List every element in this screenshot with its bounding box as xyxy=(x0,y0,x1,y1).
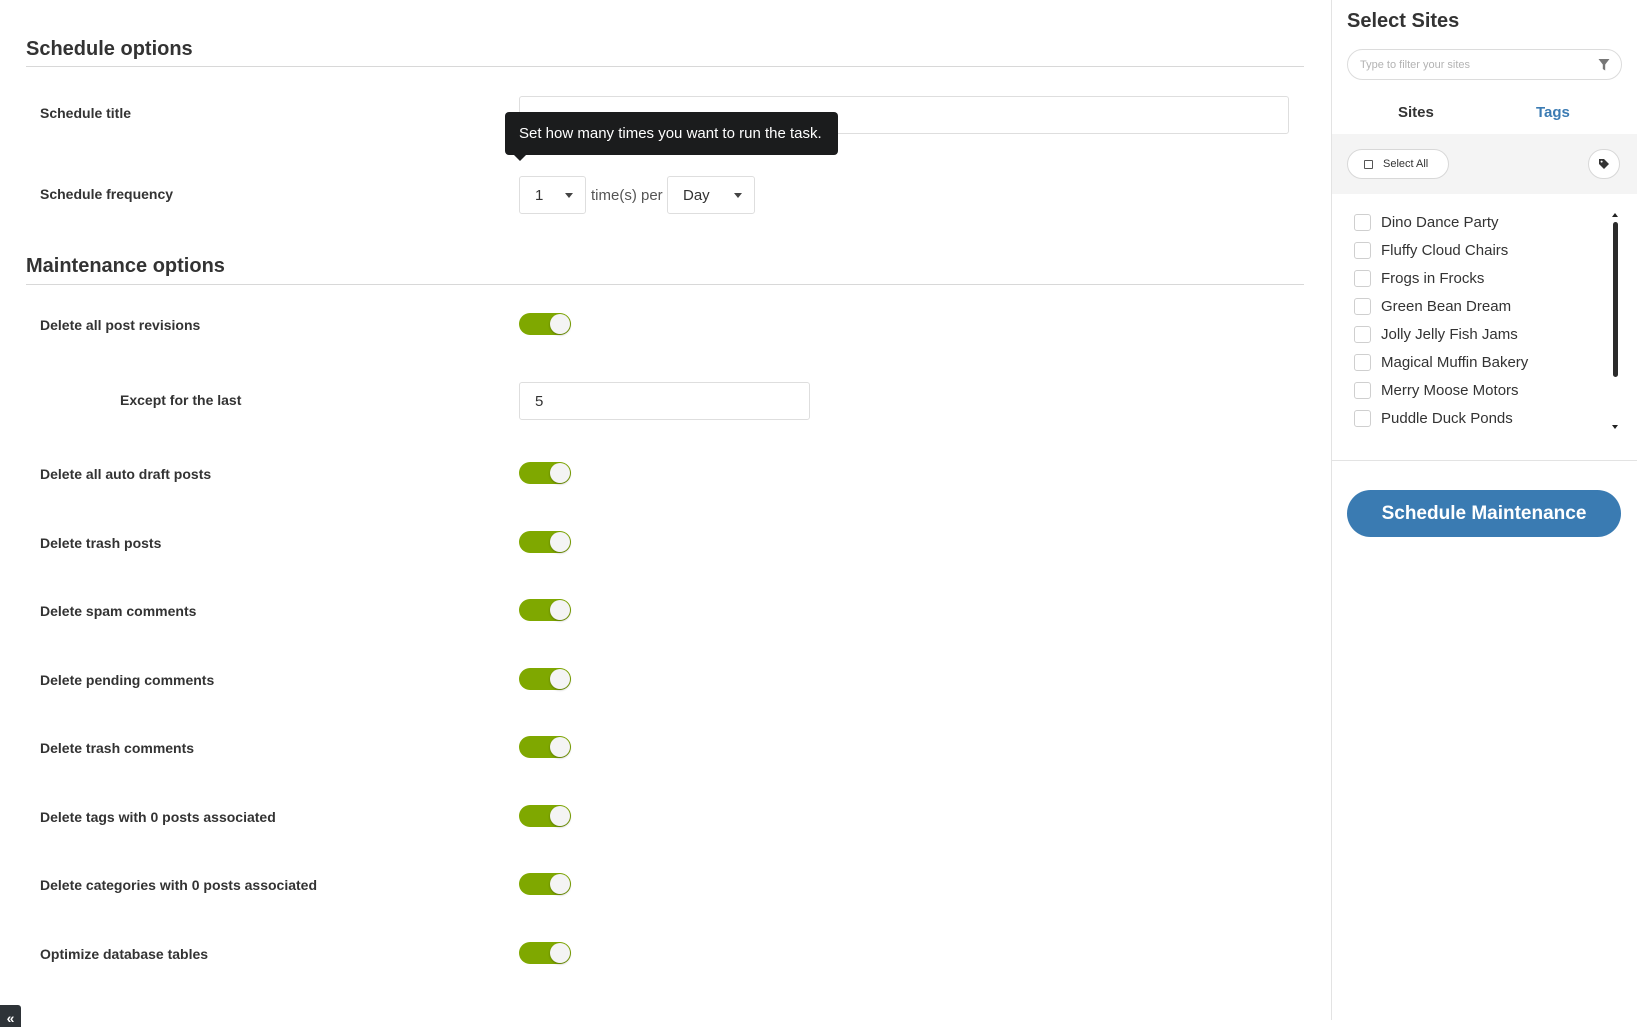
toggle-delete-auto-drafts[interactable] xyxy=(519,462,571,484)
toggle-knob xyxy=(550,463,570,483)
toggle-knob xyxy=(550,532,570,552)
toggle-knob xyxy=(550,314,570,334)
site-name: Magical Muffin Bakery xyxy=(1381,353,1529,371)
schedule-options-heading: Schedule options xyxy=(26,38,193,60)
toggle-delete-trash-posts[interactable] xyxy=(519,531,571,553)
option-label-optimize-tables: Optimize database tables xyxy=(40,946,209,962)
option-label-delete-trash-posts: Delete trash posts xyxy=(40,535,162,551)
site-item-magical-muffin-bakery[interactable]: Magical Muffin Bakery xyxy=(1354,352,1528,372)
site-list-scrollbar[interactable] xyxy=(1613,222,1618,377)
site-name: Fluffy Cloud Chairs xyxy=(1381,241,1509,259)
frequency-count-value: 1 xyxy=(535,186,544,204)
frequency-count-select[interactable]: 1 xyxy=(519,176,586,214)
tag-icon xyxy=(1599,159,1609,169)
toggle-delete-empty-tags[interactable] xyxy=(519,805,571,827)
toggle-delete-post-revisions[interactable] xyxy=(519,313,571,335)
scroll-down-arrow-icon[interactable] xyxy=(1612,425,1618,429)
tab-sites[interactable]: Sites xyxy=(1398,104,1434,121)
site-checkbox[interactable] xyxy=(1354,353,1371,371)
schedule-frequency-label: Schedule frequency xyxy=(40,186,174,202)
frequency-per-text: time(s) per xyxy=(591,187,663,204)
except-for-last-input[interactable] xyxy=(519,382,810,420)
section-divider xyxy=(26,284,1304,285)
toggle-knob xyxy=(550,943,570,963)
site-filter-input[interactable] xyxy=(1347,49,1622,80)
tooltip-arrow xyxy=(513,154,527,161)
select-all-button[interactable]: Select All xyxy=(1347,149,1449,179)
select-sites-sidebar: Select Sites Sites Tags Select All Dino … xyxy=(1331,0,1637,1020)
site-item-jolly-jelly-fish-jams[interactable]: Jolly Jelly Fish Jams xyxy=(1354,324,1518,344)
site-item-green-bean-dream[interactable]: Green Bean Dream xyxy=(1354,296,1511,316)
toggle-delete-spam-comments[interactable] xyxy=(519,599,571,621)
toggle-knob xyxy=(550,806,570,826)
scroll-up-arrow-icon[interactable] xyxy=(1612,213,1618,217)
toggle-delete-trash-comments[interactable] xyxy=(519,736,571,758)
frequency-period-value: Day xyxy=(683,186,710,204)
toggle-optimize-tables[interactable] xyxy=(519,942,571,964)
schedule-title-label: Schedule title xyxy=(40,105,132,121)
frequency-period-select[interactable]: Day xyxy=(667,176,755,214)
option-label-delete-auto-drafts: Delete all auto draft posts xyxy=(40,466,212,482)
toggle-knob xyxy=(550,737,570,757)
site-item-dino-dance-party[interactable]: Dino Dance Party xyxy=(1354,212,1499,232)
option-label-delete-empty-tags: Delete tags with 0 posts associated xyxy=(40,809,276,825)
caret-down-icon xyxy=(565,193,573,198)
toggle-delete-empty-categories[interactable] xyxy=(519,873,571,895)
toggle-knob xyxy=(550,874,570,894)
checkbox-icon xyxy=(1364,159,1373,169)
site-checkbox[interactable] xyxy=(1354,213,1371,231)
site-item-puddle-duck-ponds[interactable]: Puddle Duck Ponds xyxy=(1354,408,1513,428)
schedule-maintenance-button[interactable]: Schedule Maintenance xyxy=(1347,490,1621,537)
except-for-last-label: Except for the last xyxy=(120,392,242,408)
main-content: Schedule options Schedule title Set how … xyxy=(0,0,1330,1027)
frequency-tooltip: Set how many times you want to run the t… xyxy=(505,112,838,155)
site-checkbox[interactable] xyxy=(1354,269,1371,287)
sidebar-title: Select Sites xyxy=(1347,10,1460,32)
site-checkbox[interactable] xyxy=(1354,297,1371,315)
site-list: Dino Dance Party Fluffy Cloud Chairs Fro… xyxy=(1332,210,1637,435)
option-label-delete-trash-comments: Delete trash comments xyxy=(40,740,195,756)
site-item-merry-moose-motors[interactable]: Merry Moose Motors xyxy=(1354,380,1519,400)
option-label-delete-pending-comments: Delete pending comments xyxy=(40,672,215,688)
site-checkbox[interactable] xyxy=(1354,241,1371,259)
site-name: Dino Dance Party xyxy=(1381,213,1499,231)
tab-tags[interactable]: Tags xyxy=(1536,104,1570,121)
section-divider xyxy=(26,66,1304,67)
toggle-knob xyxy=(550,669,570,689)
caret-down-icon xyxy=(734,193,742,198)
site-item-frogs-in-frocks[interactable]: Frogs in Frocks xyxy=(1354,268,1484,288)
tag-filter-button[interactable] xyxy=(1588,149,1620,179)
option-label-delete-empty-categories: Delete categories with 0 posts associate… xyxy=(40,877,317,893)
site-name: Frogs in Frocks xyxy=(1381,269,1485,287)
site-name: Puddle Duck Ponds xyxy=(1381,409,1513,427)
select-all-bar: Select All xyxy=(1332,134,1637,194)
select-all-label: Select All xyxy=(1383,158,1429,170)
maintenance-options-heading: Maintenance options xyxy=(26,255,225,277)
toggle-knob xyxy=(550,600,570,620)
site-checkbox[interactable] xyxy=(1354,325,1371,343)
site-checkbox[interactable] xyxy=(1354,381,1371,399)
site-name: Merry Moose Motors xyxy=(1381,381,1519,399)
filter-icon[interactable] xyxy=(1598,58,1610,72)
site-item-fluffy-cloud-chairs[interactable]: Fluffy Cloud Chairs xyxy=(1354,240,1508,260)
site-checkbox[interactable] xyxy=(1354,409,1371,427)
option-label-delete-spam-comments: Delete spam comments xyxy=(40,603,197,619)
site-name: Jolly Jelly Fish Jams xyxy=(1381,325,1518,343)
option-label-delete-post-revisions: Delete all post revisions xyxy=(40,317,201,333)
site-name: Green Bean Dream xyxy=(1381,297,1512,315)
sidebar-divider xyxy=(1332,460,1637,461)
collapse-sidebar-button[interactable]: « xyxy=(0,1005,21,1027)
double-chevron-left-icon: « xyxy=(6,1010,15,1026)
toggle-delete-pending-comments[interactable] xyxy=(519,668,571,690)
